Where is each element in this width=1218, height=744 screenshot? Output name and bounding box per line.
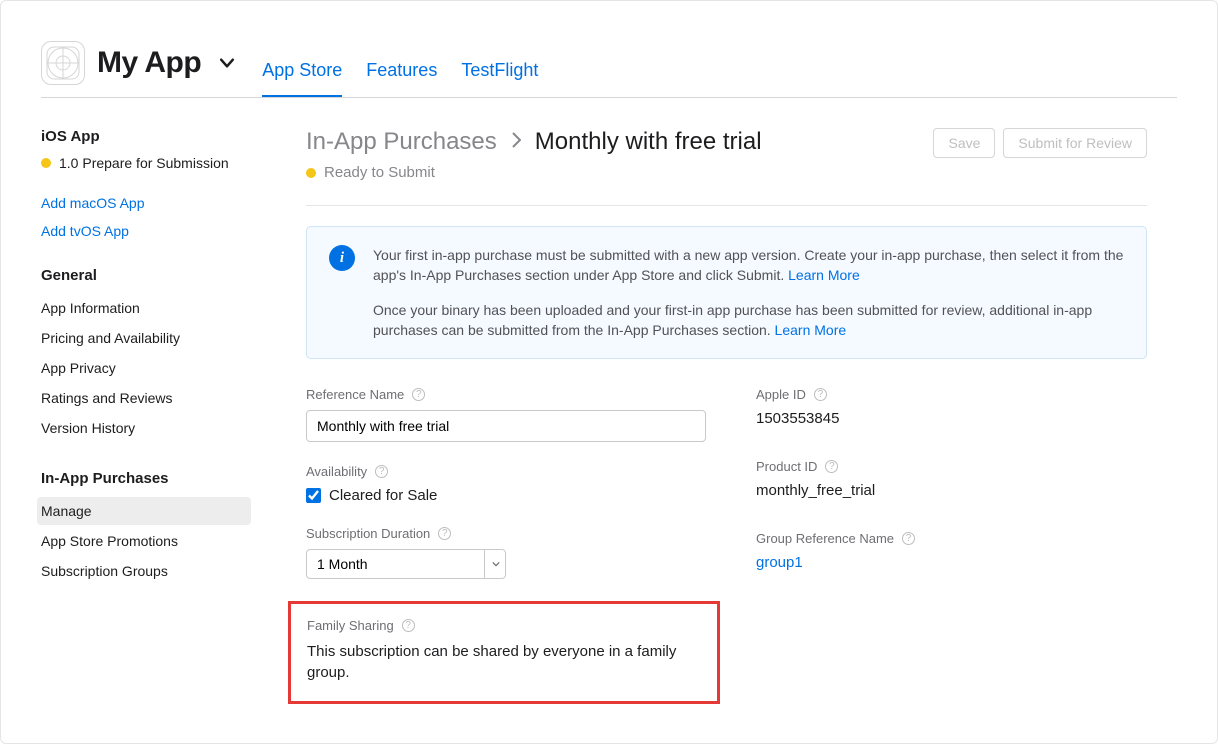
family-sharing-highlight: Family Sharing ? This subscription can b…: [288, 601, 720, 704]
sidebar-item-history[interactable]: Version History: [37, 414, 251, 442]
nav-tabs: App Store Features TestFlight: [262, 41, 538, 97]
chevron-down-icon: [217, 53, 237, 73]
availability-label: Availability: [306, 464, 367, 479]
reference-name-input[interactable]: [306, 410, 706, 442]
sidebar-item-app-information[interactable]: App Information: [37, 294, 251, 322]
add-macos-link[interactable]: Add macOS App: [41, 195, 251, 211]
app-name: My App: [97, 46, 201, 80]
sidebar-item-ratings[interactable]: Ratings and Reviews: [37, 384, 251, 412]
app-icon-placeholder: [41, 41, 85, 85]
field-apple-id: Apple ID ? 1503553845: [756, 387, 1147, 427]
help-icon[interactable]: ?: [375, 465, 388, 478]
group-reference-link[interactable]: group1: [756, 554, 1147, 571]
apple-id-label: Apple ID: [756, 387, 806, 402]
help-icon[interactable]: ?: [814, 388, 827, 401]
status-line: Ready to Submit: [306, 164, 1147, 181]
status-text: Ready to Submit: [324, 164, 435, 181]
tab-app-store[interactable]: App Store: [262, 46, 342, 97]
tab-testflight[interactable]: TestFlight: [461, 46, 538, 97]
field-product-id: Product ID ? monthly_free_trial: [756, 459, 1147, 499]
sidebar: iOS App 1.0 Prepare for Submission Add m…: [41, 128, 251, 704]
banner-p2: Once your binary has been uploaded and y…: [373, 302, 1092, 338]
submit-for-review-button[interactable]: Submit for Review: [1003, 128, 1147, 158]
product-id-label: Product ID: [756, 459, 817, 474]
banner-p1: Your first in-app purchase must be submi…: [373, 247, 1123, 283]
help-icon[interactable]: ?: [825, 460, 838, 473]
cleared-for-sale-checkbox[interactable]: [306, 488, 321, 503]
family-sharing-description: This subscription can be shared by every…: [307, 641, 701, 683]
reference-name-label: Reference Name: [306, 387, 404, 402]
breadcrumb-parent[interactable]: In-App Purchases: [306, 128, 497, 156]
field-group-reference-name: Group Reference Name ? group1: [756, 531, 1147, 571]
info-banner: i Your first in-app purchase must be sub…: [306, 226, 1147, 359]
cleared-for-sale-label: Cleared for Sale: [329, 487, 437, 504]
status-dot-icon: [41, 158, 51, 168]
field-subscription-duration: Subscription Duration ? 1 Month: [306, 526, 706, 579]
info-icon: i: [329, 245, 355, 271]
group-reference-label: Group Reference Name: [756, 531, 894, 546]
add-tvos-link[interactable]: Add tvOS App: [41, 223, 251, 239]
chevron-right-icon: [511, 131, 521, 154]
sidebar-item-manage[interactable]: Manage: [37, 497, 251, 525]
help-icon[interactable]: ?: [902, 532, 915, 545]
general-heading: General: [41, 267, 251, 284]
learn-more-link-1[interactable]: Learn More: [788, 267, 860, 283]
iap-heading: In-App Purchases: [41, 470, 251, 487]
duration-label: Subscription Duration: [306, 526, 430, 541]
sidebar-item-privacy[interactable]: App Privacy: [37, 354, 251, 382]
family-sharing-label: Family Sharing: [307, 618, 394, 633]
product-id-value: monthly_free_trial: [756, 482, 1147, 499]
placeholder-grid-icon: [46, 46, 80, 80]
page-title: Monthly with free trial: [535, 128, 762, 156]
save-button[interactable]: Save: [933, 128, 995, 158]
learn-more-link-2[interactable]: Learn More: [775, 322, 847, 338]
sidebar-item-promotions[interactable]: App Store Promotions: [37, 527, 251, 555]
version-label: 1.0 Prepare for Submission: [59, 155, 229, 171]
help-icon[interactable]: ?: [412, 388, 425, 401]
page-header: In-App Purchases Monthly with free trial…: [306, 128, 1147, 158]
duration-select[interactable]: 1 Month: [306, 549, 506, 579]
breadcrumb: In-App Purchases Monthly with free trial: [306, 128, 762, 156]
cleared-for-sale-row[interactable]: Cleared for Sale: [306, 487, 706, 504]
field-reference-name: Reference Name ?: [306, 387, 706, 442]
main-panel: In-App Purchases Monthly with free trial…: [306, 128, 1177, 704]
sidebar-item-pricing[interactable]: Pricing and Availability: [37, 324, 251, 352]
divider: [306, 205, 1147, 206]
tab-features[interactable]: Features: [366, 46, 437, 97]
sidebar-version[interactable]: 1.0 Prepare for Submission: [41, 155, 251, 171]
help-icon[interactable]: ?: [438, 527, 451, 540]
app-header: My App App Store Features TestFlight: [41, 41, 1177, 98]
help-icon[interactable]: ?: [402, 619, 415, 632]
app-identity[interactable]: My App: [41, 41, 237, 97]
sidebar-item-subscription-groups[interactable]: Subscription Groups: [37, 557, 251, 585]
info-text: Your first in-app purchase must be submi…: [373, 245, 1124, 340]
status-dot-icon: [306, 168, 316, 178]
field-availability: Availability ? Cleared for Sale: [306, 464, 706, 504]
platform-heading: iOS App: [41, 128, 251, 145]
apple-id-value: 1503553845: [756, 410, 1147, 427]
